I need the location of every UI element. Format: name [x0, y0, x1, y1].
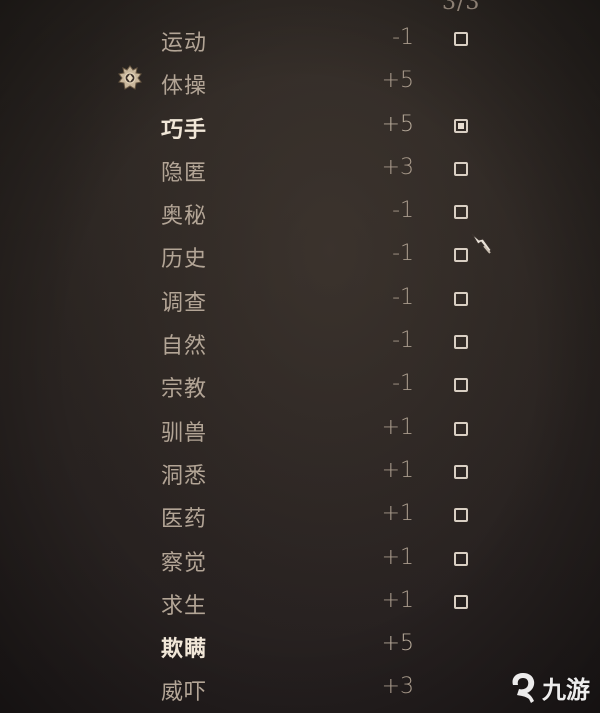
- skill-row[interactable]: 巧手 +5: [0, 106, 600, 149]
- proficiency-checkbox[interactable]: [454, 335, 468, 350]
- pointer-cursor-icon: [471, 233, 492, 254]
- skill-name: 欺瞒: [161, 636, 208, 663]
- skill-modifier: +1: [381, 414, 414, 440]
- skill-row[interactable]: 调查 -1: [0, 279, 600, 322]
- skill-modifier: +5: [381, 111, 414, 137]
- skill-row[interactable]: 运动 -1: [0, 19, 600, 62]
- proficiency-checkbox[interactable]: [454, 508, 468, 523]
- watermark: 九游: [508, 670, 590, 705]
- proficiency-checkbox[interactable]: [454, 205, 468, 220]
- skill-modifier: +1: [381, 544, 414, 570]
- skill-name: 隐匿: [161, 160, 208, 186]
- skill-name: 医药: [161, 507, 208, 533]
- proficiency-checkbox[interactable]: [454, 464, 468, 479]
- proficiency-checkbox-checked[interactable]: [454, 118, 468, 133]
- skill-name: 威吓: [161, 680, 208, 706]
- skill-row[interactable]: 洞悉 +1: [0, 452, 600, 495]
- proficiency-checkbox[interactable]: [454, 421, 468, 436]
- skill-row[interactable]: 隐匿 +3: [0, 149, 600, 192]
- proficiency-checkbox[interactable]: [454, 161, 468, 176]
- skill-modifier: -1: [392, 241, 414, 267]
- skill-row[interactable]: 欺瞒 +5: [0, 625, 600, 668]
- skill-name: 驯兽: [161, 420, 208, 446]
- proficiency-counter: 3/3: [442, 0, 481, 15]
- skill-name: 洞悉: [161, 463, 208, 489]
- proficiency-checkbox[interactable]: [454, 32, 468, 46]
- skill-modifier: -1: [392, 328, 414, 354]
- skill-row[interactable]: 历史 -1: [0, 235, 600, 278]
- proficiency-checkbox[interactable]: [454, 248, 468, 263]
- skill-modifier: +3: [381, 674, 414, 700]
- skill-name: 察觉: [161, 550, 208, 576]
- skill-modifier: +3: [381, 154, 414, 180]
- skill-modifier: +1: [381, 501, 414, 527]
- skill-row[interactable]: 宗教 -1: [0, 365, 600, 408]
- crown-shield-icon: [118, 65, 142, 91]
- skill-list: 运动 -1 体操 +5 巧手 +5 隐匿 +3 奥秘 -1 历史 -1 调查 -1 自然 -1 宗教 -1 驯兽 +1…: [0, 19, 600, 712]
- skill-row[interactable]: 奥秘 -1: [0, 192, 600, 235]
- skill-modifier: -1: [392, 25, 414, 50]
- watermark-text: 九游: [542, 676, 590, 704]
- skill-name: 历史: [161, 247, 208, 273]
- skill-row[interactable]: 医药 +1: [0, 495, 600, 538]
- skill-modifier: +1: [381, 587, 414, 613]
- proficiency-checkbox[interactable]: [454, 551, 468, 566]
- skill-row[interactable]: 察觉 +1: [0, 539, 600, 582]
- skill-row[interactable]: 求生 +1: [0, 582, 600, 625]
- proficiency-checkbox[interactable]: [454, 594, 468, 609]
- jiuyou-logo-icon: [512, 672, 535, 703]
- skill-modifier: +5: [381, 68, 414, 94]
- skill-name: 体操: [161, 74, 208, 100]
- skill-name: 调查: [161, 290, 208, 316]
- skill-name: 巧手: [161, 116, 208, 143]
- skill-name: 自然: [161, 334, 208, 360]
- skill-modifier: -1: [392, 284, 414, 310]
- skill-name: 宗教: [161, 377, 208, 403]
- skill-row[interactable]: 体操 +5: [0, 62, 600, 105]
- proficiency-checkbox[interactable]: [454, 378, 468, 393]
- skill-name: 运动: [161, 31, 208, 56]
- skill-modifier: -1: [392, 371, 414, 397]
- skill-modifier: +1: [381, 457, 414, 483]
- skill-modifier: +5: [381, 631, 414, 657]
- skill-name: 奥秘: [161, 204, 208, 230]
- skill-name: 求生: [161, 593, 208, 619]
- skill-modifier: -1: [392, 198, 414, 224]
- proficiency-checkbox[interactable]: [454, 291, 468, 306]
- skill-row[interactable]: 自然 -1: [0, 322, 600, 365]
- skill-row[interactable]: 驯兽 +1: [0, 409, 600, 452]
